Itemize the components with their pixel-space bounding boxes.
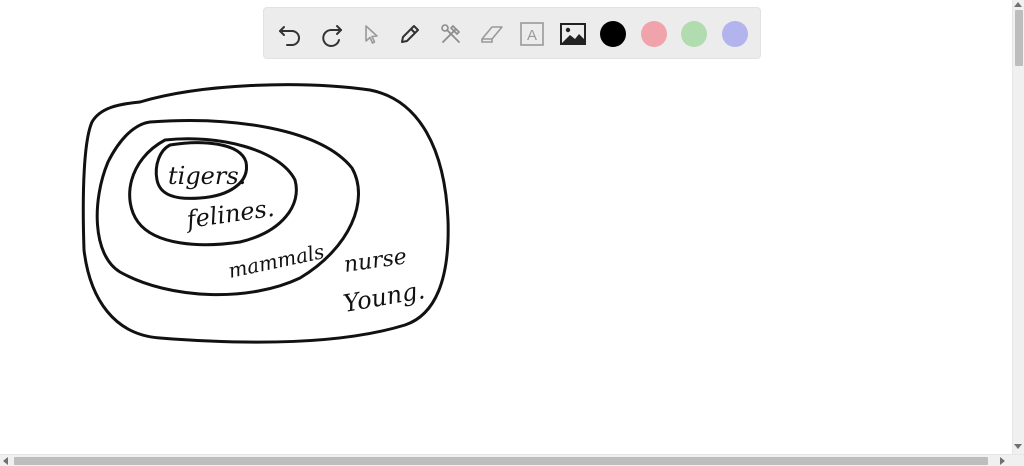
wrench-hammer-icon xyxy=(441,24,461,43)
text-button[interactable]: A xyxy=(517,19,547,49)
color-swatch-black[interactable] xyxy=(600,21,626,47)
horizontal-scrollbar[interactable] xyxy=(0,454,1024,466)
handwritten-drawing: tigers. felines. mammals. nurse Young. xyxy=(81,83,450,344)
horizontal-scroll-thumb[interactable] xyxy=(14,457,988,465)
cursor-icon xyxy=(365,25,378,44)
undo-button[interactable] xyxy=(275,19,305,49)
vertical-scrollbar[interactable] xyxy=(1012,0,1024,454)
whiteboard-canvas[interactable]: tigers. felines. mammals. nurse Young. A xyxy=(0,0,1012,454)
mammals-label: mammals. xyxy=(226,238,332,283)
vertical-scroll-thumb[interactable] xyxy=(1015,10,1023,66)
undo-icon xyxy=(279,26,300,46)
image-icon xyxy=(560,23,586,45)
color-swatch-green[interactable] xyxy=(681,21,707,47)
pen-icon xyxy=(401,25,419,43)
tigers-label: tigers. xyxy=(168,162,246,190)
redo-icon xyxy=(322,25,342,47)
eraser-icon xyxy=(481,26,503,43)
image-button[interactable] xyxy=(558,19,588,49)
scroll-down-arrow-icon[interactable] xyxy=(1014,444,1022,449)
color-swatch-pink[interactable] xyxy=(641,21,667,47)
eraser-button[interactable] xyxy=(477,19,507,49)
nurse-label: nurse xyxy=(342,244,408,278)
felines-label: felines. xyxy=(183,194,276,234)
redo-button[interactable] xyxy=(316,19,346,49)
tools-button[interactable] xyxy=(436,19,466,49)
pen-button[interactable] xyxy=(395,19,425,49)
text-box-icon: A xyxy=(520,22,544,46)
drawing-toolbar: A xyxy=(263,7,761,59)
text-tool-glyph: A xyxy=(527,27,537,44)
scroll-right-arrow-icon[interactable] xyxy=(1000,457,1005,465)
scroll-up-arrow-icon[interactable] xyxy=(1014,2,1022,7)
scroll-left-arrow-icon[interactable] xyxy=(3,457,8,465)
young-label: Young. xyxy=(341,276,427,318)
color-swatch-lavender[interactable] xyxy=(722,21,748,47)
select-button[interactable] xyxy=(356,19,386,49)
